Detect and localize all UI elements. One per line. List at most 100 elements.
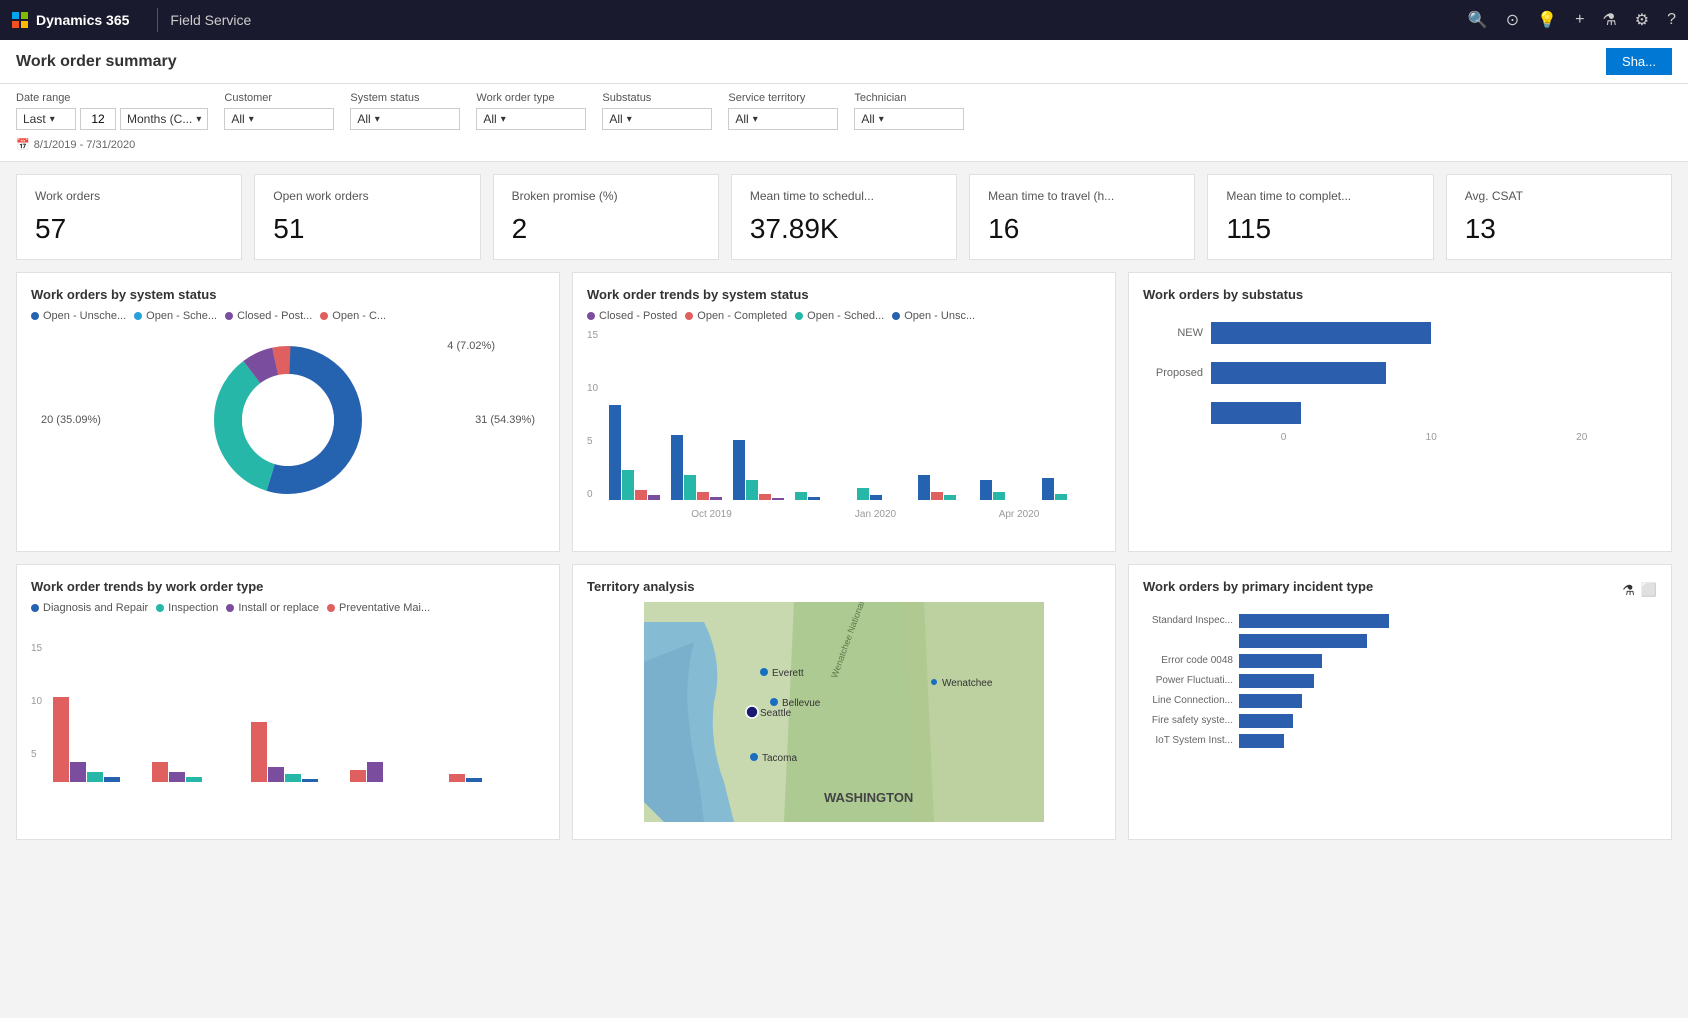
bar-group xyxy=(152,622,248,782)
kpi-label: Work orders xyxy=(35,189,223,205)
chevron-down-icon: ▾ xyxy=(196,114,201,125)
stacked-bar-segment xyxy=(367,762,383,782)
territory-analysis-chart: Territory analysis Everett Bellevue xyxy=(572,564,1116,840)
stacked-bar-segment xyxy=(285,774,301,782)
svg-text:Seattle: Seattle xyxy=(760,708,792,719)
legend-item: Inspection xyxy=(156,602,218,614)
incident-bar-row xyxy=(1143,634,1657,648)
stacked-bar-segment xyxy=(980,480,992,500)
legend-item: Open - Completed xyxy=(685,310,787,322)
page-title: Work order summary xyxy=(16,53,177,71)
customer-label: Customer xyxy=(224,92,334,104)
substatus-select[interactable]: All ▾ xyxy=(602,108,712,130)
work-order-trends-by-type-chart: Work order trends by work order type Dia… xyxy=(16,564,560,840)
legend-dot xyxy=(320,312,328,320)
filter-icon[interactable]: ⚗ xyxy=(1602,10,1616,30)
kpi-card: Work orders 57 xyxy=(16,174,242,260)
chart6-expand-icon[interactable]: ⬜ xyxy=(1641,582,1657,599)
bar-group xyxy=(609,330,668,500)
work-order-type-select[interactable]: All ▾ xyxy=(476,108,586,130)
incident-label: Line Connection... xyxy=(1143,695,1233,706)
stacked-bar-segment xyxy=(635,490,647,500)
stacked-bar-segment xyxy=(697,492,709,500)
legend-label: Open - Sched... xyxy=(807,310,884,322)
bar-group xyxy=(733,330,792,500)
new-bar xyxy=(1211,322,1431,344)
customer-select[interactable]: All ▾ xyxy=(224,108,334,130)
legend-dot xyxy=(587,312,595,320)
bar-group xyxy=(1042,330,1101,500)
service-territory-select[interactable]: All ▾ xyxy=(728,108,838,130)
date-period-select[interactable]: Last ▾ xyxy=(16,108,76,130)
chart6-actions: ⚗ ⬜ xyxy=(1622,582,1657,599)
kpi-card: Mean time to schedul... 37.89K xyxy=(731,174,957,260)
bar-row-third xyxy=(1143,402,1657,424)
incident-label: Fire safety syste... xyxy=(1143,715,1233,726)
legend-label: Open - Completed xyxy=(697,310,787,322)
legend-dot xyxy=(226,604,234,612)
donut-left-label: 20 (35.09%) xyxy=(41,414,101,426)
stacked-bar-segment xyxy=(449,774,465,782)
chart4-legend: Diagnosis and RepairInspectionInstall or… xyxy=(31,602,545,614)
help-icon[interactable]: ? xyxy=(1667,11,1676,29)
chart4-y-labels: 15105 xyxy=(31,622,49,782)
incident-bar xyxy=(1239,634,1367,648)
stacked-bar-segment xyxy=(808,497,820,500)
work-order-type-filter: Work order type All ▾ xyxy=(476,92,586,130)
legend-label: Diagnosis and Repair xyxy=(43,602,148,614)
chevron-down-icon: ▾ xyxy=(249,114,254,125)
kpi-label: Mean time to complet... xyxy=(1226,189,1414,205)
chart6-header: Work orders by primary incident type ⚗ ⬜ xyxy=(1143,579,1657,602)
target-icon[interactable]: ⊙ xyxy=(1506,10,1519,30)
stacked-bar-segment xyxy=(186,777,202,782)
share-button[interactable]: Sha... xyxy=(1606,48,1672,75)
kpi-card: Broken promise (%) 2 xyxy=(493,174,719,260)
nav-icons: 🔍 ⊙ 💡 + ⚗ ⚙ ? xyxy=(1468,10,1676,30)
stacked-bar-segment xyxy=(931,492,943,500)
everett-dot xyxy=(760,668,768,676)
tacoma-dot xyxy=(750,753,758,761)
brand-name: Dynamics 365 xyxy=(36,12,129,28)
chart6-bars: Standard Inspec... Error code 0048 Power… xyxy=(1143,614,1657,748)
brand-logo[interactable]: Dynamics 365 xyxy=(12,12,145,28)
incident-label: IoT System Inst... xyxy=(1143,735,1233,746)
bottom-charts-grid: Work order trends by work order type Dia… xyxy=(0,564,1688,852)
chart3-bars: NEW Proposed xyxy=(1143,322,1657,424)
lightbulb-icon[interactable]: 💡 xyxy=(1537,10,1557,30)
chevron-down-icon: ▾ xyxy=(627,114,632,125)
filters-bar: Date range Last ▾ Months (C... ▾ 📅 8/1/2… xyxy=(0,84,1688,162)
incident-label: Error code 0048 xyxy=(1143,655,1233,666)
bellevue-dot xyxy=(770,698,778,706)
incident-label: Standard Inspec... xyxy=(1143,615,1233,626)
service-territory-label: Service territory xyxy=(728,92,838,104)
filters-row: Date range Last ▾ Months (C... ▾ 📅 8/1/2… xyxy=(16,92,1672,151)
chart1-title: Work orders by system status xyxy=(31,287,545,302)
chart6-filter-icon[interactable]: ⚗ xyxy=(1622,582,1635,599)
legend-label: Open - C... xyxy=(332,310,386,322)
legend-dot xyxy=(31,604,39,612)
stacked-bar-segment xyxy=(350,770,366,782)
work-orders-by-substatus-chart: Work orders by substatus NEW Proposed 01… xyxy=(1128,272,1672,552)
svg-text:Tacoma: Tacoma xyxy=(762,753,797,764)
top-charts-grid: Work orders by system status Open - Unsc… xyxy=(0,272,1688,564)
date-num-input[interactable] xyxy=(80,108,116,130)
settings-icon[interactable]: ⚙ xyxy=(1635,10,1649,30)
stacked-bar-segment xyxy=(857,488,869,500)
incident-bar-row: Fire safety syste... xyxy=(1143,714,1657,728)
bar-group xyxy=(918,330,977,500)
kpi-value: 2 xyxy=(512,213,700,245)
search-icon[interactable]: 🔍 xyxy=(1468,10,1488,30)
chevron-down-icon: ▾ xyxy=(50,114,55,125)
incident-bar xyxy=(1239,714,1293,728)
donut-chart-svg xyxy=(208,340,368,500)
kpi-label: Mean time to schedul... xyxy=(750,189,938,205)
technician-select[interactable]: All ▾ xyxy=(854,108,964,130)
stacked-bar-segment xyxy=(1055,494,1067,500)
legend-label: Closed - Post... xyxy=(237,310,312,322)
bar-group xyxy=(980,330,1039,500)
system-status-select[interactable]: All ▾ xyxy=(350,108,460,130)
incident-bar-row: IoT System Inst... xyxy=(1143,734,1657,748)
add-icon[interactable]: + xyxy=(1575,11,1584,29)
chevron-down-icon: ▾ xyxy=(879,114,884,125)
date-unit-select[interactable]: Months (C... ▾ xyxy=(120,108,208,130)
